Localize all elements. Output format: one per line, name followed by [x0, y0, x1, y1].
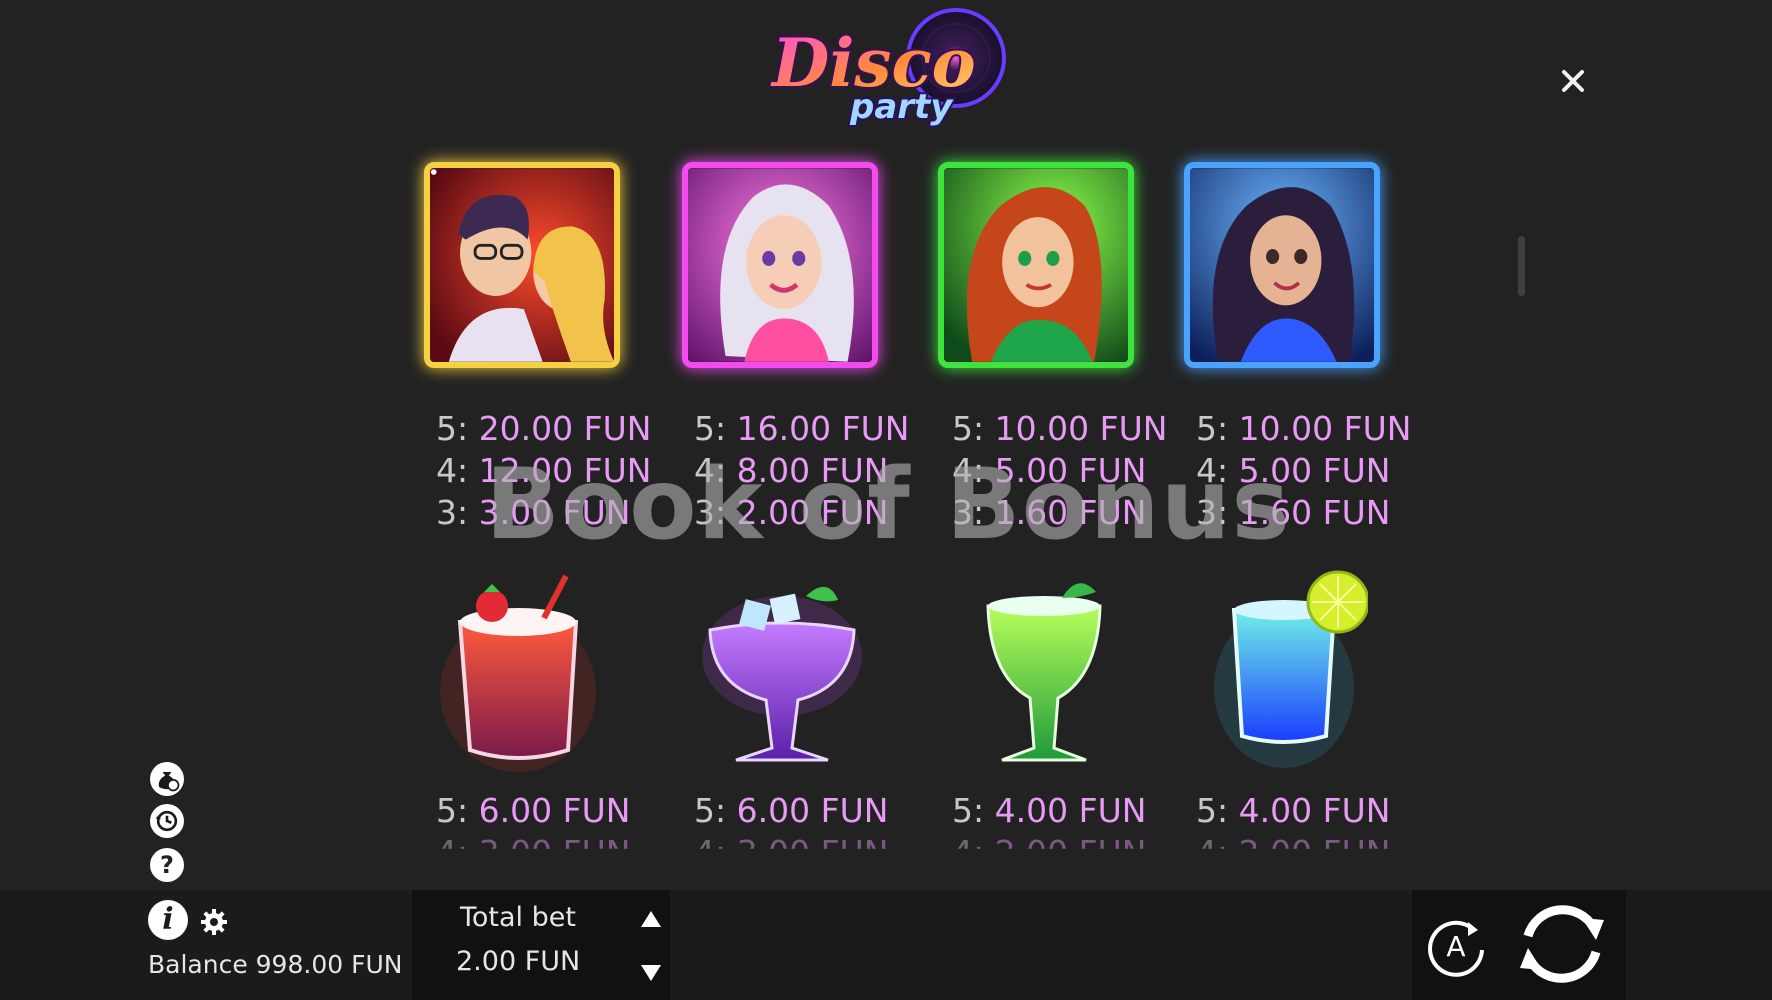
bet-decrease-button[interactable]	[640, 964, 662, 982]
green-girl-symbol-card	[938, 162, 1134, 368]
help-glyph: ?	[160, 851, 174, 879]
triangle-down-icon	[641, 965, 661, 981]
pay-count: 5:	[694, 409, 727, 448]
pay-count: 4:	[694, 833, 727, 872]
triangle-up-icon	[641, 911, 661, 927]
pay-count: 3:	[952, 493, 985, 532]
pay-value: 4.00 FUN	[1238, 791, 1391, 830]
pay-count: 4:	[952, 833, 985, 872]
total-bet-label: Total bet	[460, 902, 576, 933]
green-girl-paytable: 5: 10.00 FUN 4: 5.00 FUN 3: 1.60 FUN	[952, 408, 1167, 534]
help-icon[interactable]: ?	[150, 848, 184, 882]
pay-value: 1.60 FUN	[1238, 493, 1391, 532]
pay-count: 3:	[436, 493, 469, 532]
pay-count: 5:	[952, 791, 985, 830]
pay-count: 4:	[436, 451, 469, 490]
pay-value: 5.00 FUN	[1238, 451, 1391, 490]
blue-girl-symbol-card	[1184, 162, 1380, 368]
pay-value: 3.00 FUN	[736, 833, 889, 872]
pay-count: 3:	[1196, 493, 1229, 532]
pink-girl-symbol-card	[682, 162, 878, 368]
pay-value: 2.00 FUN	[736, 493, 889, 532]
close-button[interactable]	[1556, 64, 1590, 98]
pay-value: 1.60 FUN	[994, 493, 1147, 532]
purple-cocktail-symbol	[702, 576, 862, 776]
disco-party-logo: Disco party	[760, 6, 1020, 134]
pay-count: 5:	[1196, 409, 1229, 448]
info-icon: i	[162, 902, 174, 937]
pay-count: 5:	[694, 791, 727, 830]
pay-count: 4:	[1196, 833, 1229, 872]
info-button[interactable]: i	[148, 900, 188, 940]
pay-value: 6.00 FUN	[478, 791, 631, 830]
money-bag-icon[interactable]	[150, 762, 184, 796]
gear-icon	[201, 909, 227, 935]
settings-button[interactable]	[198, 906, 230, 938]
history-icon[interactable]	[150, 804, 184, 838]
pay-value: 2.00 FUN	[1238, 833, 1391, 872]
pay-value: 3.00 FUN	[478, 833, 631, 872]
spin-button[interactable]	[1512, 898, 1612, 990]
pay-count: 3:	[694, 493, 727, 532]
green-cocktail-paytable: 5: 4.00 FUN 4: 2.00 FUN	[952, 790, 1146, 874]
autoplay-label: A	[1446, 930, 1465, 963]
red-cocktail-symbol	[440, 572, 600, 772]
pay-count: 5:	[952, 409, 985, 448]
pay-value: 16.00 FUN	[736, 409, 910, 448]
couple-symbol-card	[424, 162, 620, 368]
pay-value: 3.00 FUN	[478, 493, 631, 532]
balance-display: Balance 998.00 FUN	[148, 950, 403, 979]
pay-value: 6.00 FUN	[736, 791, 889, 830]
red-cocktail-paytable: 5: 6.00 FUN 4: 3.00 FUN	[436, 790, 630, 874]
pink-girl-paytable: 5: 16.00 FUN 4: 8.00 FUN 3: 2.00 FUN	[694, 408, 909, 534]
pay-value: 2.00 FUN	[994, 833, 1147, 872]
pay-count: 4:	[436, 833, 469, 872]
pay-value: 20.00 FUN	[478, 409, 652, 448]
pay-count: 4:	[952, 451, 985, 490]
pay-value: 4.00 FUN	[994, 791, 1147, 830]
bet-increase-button[interactable]	[640, 910, 662, 928]
autoplay-icon: A	[1428, 920, 1484, 977]
close-x-icon	[1562, 70, 1584, 92]
pay-count: 5:	[436, 409, 469, 448]
pay-count: 5:	[1196, 791, 1229, 830]
pay-value: 10.00 FUN	[1238, 409, 1412, 448]
pay-value: 10.00 FUN	[994, 409, 1168, 448]
autoplay-button[interactable]: A	[1422, 912, 1490, 980]
blue-cocktail-paytable: 5: 4.00 FUN 4: 2.00 FUN	[1196, 790, 1390, 874]
pay-count: 5:	[436, 791, 469, 830]
pay-value: 5.00 FUN	[994, 451, 1147, 490]
pay-value: 8.00 FUN	[736, 451, 889, 490]
purple-cocktail-paytable: 5: 6.00 FUN 4: 3.00 FUN	[694, 790, 888, 874]
scrollbar[interactable]	[1518, 236, 1525, 296]
pay-count: 4:	[694, 451, 727, 490]
blue-cocktail-symbol	[1208, 568, 1368, 768]
couple-paytable: 5: 20.00 FUN 4: 12.00 FUN 3: 3.00 FUN	[436, 408, 651, 534]
total-bet-value: 2.00 FUN	[456, 946, 581, 977]
pay-count: 4:	[1196, 451, 1229, 490]
spin-icon	[1520, 905, 1604, 983]
blue-girl-paytable: 5: 10.00 FUN 4: 5.00 FUN 3: 1.60 FUN	[1196, 408, 1411, 534]
logo-subtitle: party	[849, 87, 954, 127]
pay-value: 12.00 FUN	[478, 451, 652, 490]
green-cocktail-symbol	[966, 576, 1126, 776]
